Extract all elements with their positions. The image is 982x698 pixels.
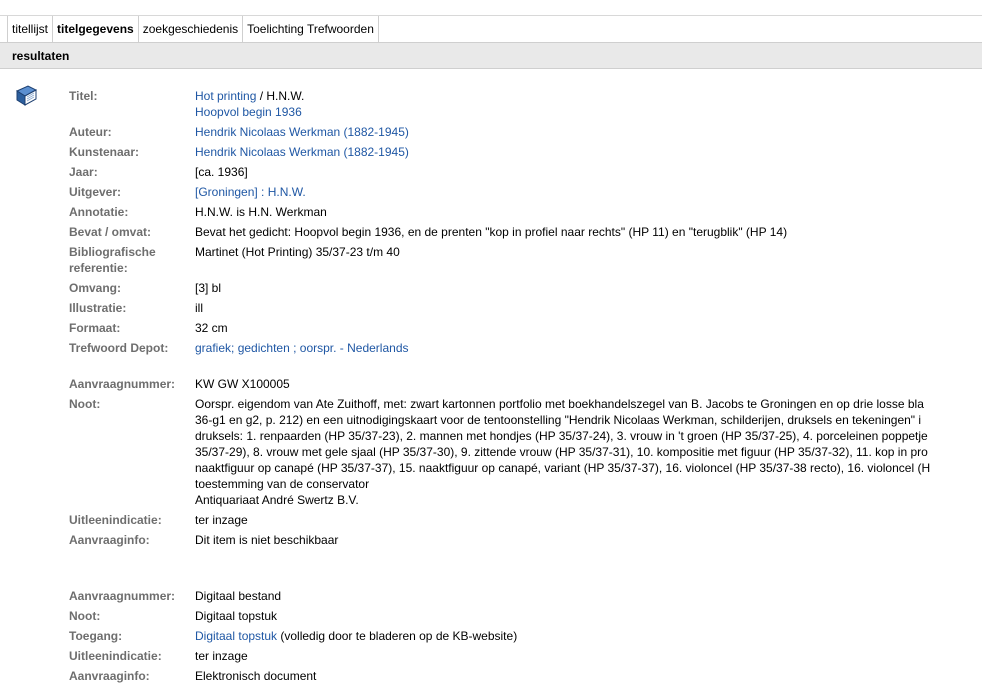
row-uitleenindicatie-2: Uitleenindicatie: ter inzage [69,648,517,664]
trefwoord-sep2: ; [289,341,300,355]
label-auteur: Auteur: [69,125,112,139]
tab-titellijst[interactable]: titellijst [7,16,54,42]
link-kunstenaar[interactable]: Hendrik Nicolaas Werkman (1882-1945) [195,145,409,159]
value-biblio: Martinet (Hot Printing) 35/37-23 t/m 40 [195,245,400,259]
label-illustratie: Illustratie: [69,301,127,315]
label-toegang: Toegang: [69,629,123,643]
row-auteur: Auteur: Hendrik Nicolaas Werkman (1882-1… [69,124,787,140]
label-noot: Noot: [69,609,101,623]
link-digitaal-topstuk[interactable]: Digitaal topstuk [195,629,277,643]
value-annotatie: H.N.W. is H.N. Werkman [195,205,327,219]
label-jaar: Jaar: [69,165,98,179]
label-aanvraagnummer: Aanvraagnummer: [69,377,176,391]
value-aanvraaginfo: Dit item is niet beschikbaar [195,533,339,547]
link-oorspr-nederlands[interactable]: oorspr. - Nederlands [300,341,409,355]
label-noot: Noot: [69,397,101,411]
row-bibliografische-referentie: Bibliografische referentie: Martinet (Ho… [69,244,787,276]
title-author: / H.N.W. [256,89,305,103]
noot-line: toestemming van de conservator [195,477,370,491]
value-formaat: 32 cm [195,321,228,335]
row-toegang: Toegang: Digitaal topstuk (volledig door… [69,628,517,644]
link-grafiek[interactable]: grafiek [195,341,231,355]
noot-line: 36-g1 en g2, p. 212) en een uitnodigings… [195,413,922,427]
value-bevat: Bevat het gedicht: Hoopvol begin 1936, e… [195,225,788,239]
row-bevat: Bevat / omvat: Bevat het gedicht: Hoopvo… [69,224,787,240]
label-aanvraaginfo: Aanvraaginfo: [69,533,150,547]
row-jaar: Jaar: [ca. 1936] [69,164,787,180]
record-details: Titel: Hot printing / H.N.W. Hoopvol beg… [69,88,787,356]
row-trefwoord-depot: Trefwoord Depot: grafiek; gedichten ; oo… [69,340,787,356]
noot-line: Oorspr. eigendom van Ate Zuithoff, met: … [195,397,924,411]
value-aanvraaginfo: Elektronisch document [195,669,317,683]
label-bevat: Bevat / omvat: [69,225,152,239]
label-biblio-line2: referentie: [69,261,128,275]
row-noot-1: Noot: Oorspr. eigendom van Ate Zuithoff,… [69,396,930,508]
row-uitleenindicatie-1: Uitleenindicatie: ter inzage [69,512,930,528]
label-trefwoord: Trefwoord Depot: [69,341,169,355]
toegang-note: (volledig door te bladeren op de KB-webs… [277,629,518,643]
row-noot-2: Noot: Digitaal topstuk [69,608,517,624]
label-uitgever: Uitgever: [69,185,122,199]
row-omvang: Omvang: [3] bl [69,280,787,296]
noot-line: druksels: 1. renpaarden (HP 35/37-23), 2… [195,429,928,443]
row-aanvraagnummer-1: Aanvraagnummer: KW GW X100005 [69,376,930,392]
row-titel: Titel: Hot printing / H.N.W. Hoopvol beg… [69,88,787,120]
tab-titelgegevens[interactable]: titelgegevens [53,16,139,42]
row-illustratie: Illustratie: ill [69,300,787,316]
label-uitleenindicatie: Uitleenindicatie: [69,649,162,663]
value-aanvraagnummer: Digitaal bestand [195,589,282,603]
label-uitleenindicatie: Uitleenindicatie: [69,513,162,527]
row-aanvraaginfo-1: Aanvraaginfo: Dit item is niet beschikba… [69,532,930,548]
link-hnw[interactable]: H.N.W. [268,185,306,199]
value-illustratie: ill [195,301,203,315]
uitgever-bracket-close: ] : [254,185,268,199]
label-biblio: Bibliografische referentie: [69,244,195,276]
link-hoopvol-begin[interactable]: Hoopvol begin 1936 [195,105,302,119]
row-uitgever: Uitgever: [Groningen] : H.N.W. [69,184,787,200]
row-aanvraagnummer-2: Aanvraagnummer: Digitaal bestand [69,588,517,604]
value-omvang: [3] bl [195,281,222,295]
row-aanvraaginfo-2: Aanvraaginfo: Elektronisch document [69,668,517,684]
holding-2: Aanvraagnummer: Digitaal bestand Noot: D… [69,588,517,684]
row-annotatie: Annotatie: H.N.W. is H.N. Werkman [69,204,787,220]
value-jaar: [ca. 1936] [195,165,248,179]
label-formaat: Formaat: [69,321,121,335]
row-kunstenaar: Kunstenaar: Hendrik Nicolaas Werkman (18… [69,144,787,160]
noot-line: naaktfiguur op canapé (HP 35/37-37), 15.… [195,461,931,475]
label-annotatie: Annotatie: [69,205,129,219]
tab-toelichting-trefwoorden[interactable]: Toelichting Trefwoorden [243,16,379,42]
label-aanvraaginfo: Aanvraaginfo: [69,669,150,683]
value-uitleenindicatie: ter inzage [195,649,248,663]
row-formaat: Formaat: 32 cm [69,320,787,336]
link-auteur[interactable]: Hendrik Nicolaas Werkman (1882-1945) [195,125,409,139]
link-groningen[interactable]: Groningen [198,185,254,199]
tab-zoekgeschiedenis[interactable]: zoekgeschiedenis [138,16,244,42]
label-kunstenaar: Kunstenaar: [69,145,140,159]
link-hot-printing[interactable]: Hot printing [195,89,256,103]
link-gedichten[interactable]: gedichten [238,341,290,355]
book-icon [15,85,38,106]
results-header: resultaten [0,42,982,69]
holding-1: Aanvraagnummer: KW GW X100005 Noot: Oors… [69,376,930,548]
value-aanvraagnummer: KW GW X100005 [195,377,290,391]
label-titel: Titel: [69,89,98,103]
label-omvang: Omvang: [69,281,122,295]
label-biblio-line1: Bibliografische [69,245,156,259]
noot-line: Antiquariaat André Swertz B.V. [195,493,359,507]
value-noot: Digitaal topstuk [195,609,278,623]
tab-bar: titellijst titelgegevens zoekgeschiedeni… [7,15,379,43]
label-aanvraagnummer: Aanvraagnummer: [69,589,176,603]
value-uitleenindicatie: ter inzage [195,513,248,527]
trefwoord-sep1: ; [231,341,238,355]
noot-line: 35/37-29), 8. vrouw met gele sjaal (HP 3… [195,445,928,459]
